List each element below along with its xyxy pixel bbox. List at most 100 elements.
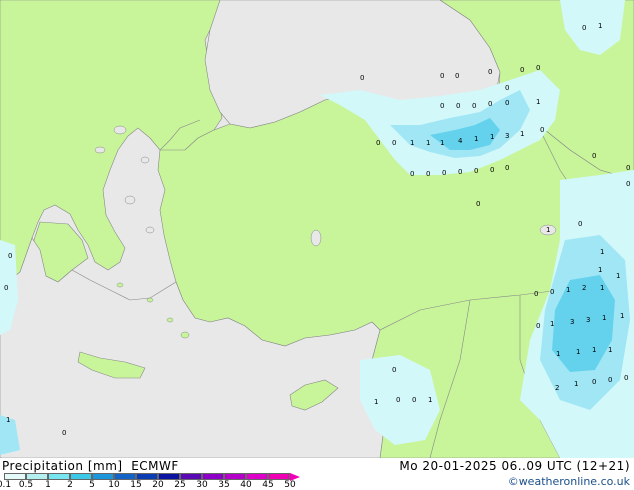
- scale-labels: 0.10.5125101520253035404550: [0, 480, 330, 490]
- station-value: 1: [592, 346, 596, 354]
- legend-footer: Precipitation [mm] ECMWF Mo 20-01-2025 0…: [0, 458, 634, 490]
- station-value: 0: [608, 376, 612, 384]
- station-value: 0: [476, 200, 480, 208]
- station-value: 0: [474, 167, 478, 175]
- station-value: 1: [410, 139, 414, 147]
- precipitation-map: 0 0 0 1 1 1 4 1 1 3 1 0 0 0 0 0 0 0 0 0 …: [0, 0, 634, 458]
- station-value: 1: [574, 380, 578, 388]
- station-value: 1: [550, 320, 554, 328]
- station-value: 1: [536, 98, 540, 106]
- scale-segment: [246, 473, 268, 480]
- scale-segment: [224, 473, 246, 480]
- station-value: 0: [626, 164, 630, 172]
- station-value: 1: [600, 248, 604, 256]
- scale-segment: [158, 473, 180, 480]
- station-value: 1: [6, 416, 10, 424]
- station-value: 0: [455, 72, 459, 80]
- station-value: 4: [458, 137, 463, 145]
- station-value: 0: [536, 322, 540, 330]
- station-value: 0: [592, 378, 596, 386]
- scale-label: 50: [284, 480, 296, 490]
- station-value: 0: [550, 288, 554, 296]
- station-value: 1: [608, 346, 612, 354]
- station-value: 0: [624, 374, 628, 382]
- scale-label: 0.5: [18, 480, 34, 490]
- station-value: 0: [488, 68, 492, 76]
- map-title: Precipitation [mm] ECMWF: [2, 459, 179, 473]
- station-value: 0: [426, 170, 430, 178]
- station-value: 0: [440, 102, 444, 110]
- station-value: 2: [555, 384, 559, 392]
- station-value: 0: [472, 102, 476, 110]
- station-value: 0: [412, 396, 416, 404]
- scale-label: 30: [196, 480, 208, 490]
- station-value: 0: [505, 99, 509, 107]
- scale-label: 15: [130, 480, 142, 490]
- lake-tuz: [310, 229, 322, 247]
- scale-label: 45: [262, 480, 274, 490]
- scale-label: 10: [108, 480, 120, 490]
- station-value: 1: [616, 272, 620, 280]
- scale-segment: [180, 473, 202, 480]
- station-value: 0: [62, 429, 66, 437]
- station-value: 0: [410, 170, 414, 178]
- station-value: 1: [600, 284, 604, 292]
- station-value: 0: [442, 169, 446, 177]
- station-value: 1: [566, 286, 570, 294]
- scale-segment: [26, 473, 48, 480]
- station-value: 1: [520, 130, 524, 138]
- credit-link[interactable]: ©weatheronline.co.uk: [508, 475, 630, 488]
- station-value: 0: [458, 168, 462, 176]
- station-value: 1: [598, 266, 602, 274]
- scale-segment: [4, 473, 26, 480]
- scale-label: 2: [67, 480, 73, 490]
- station-value: 2: [582, 284, 586, 292]
- scale-label: 1: [45, 480, 51, 490]
- valid-time: Mo 20-01-2025 06..09 UTC (12+21): [399, 459, 630, 473]
- station-value: 0: [360, 74, 364, 82]
- title-text: Precipitation [mm]: [2, 459, 123, 473]
- station-value: 0: [626, 180, 630, 188]
- station-value: 0: [582, 24, 586, 32]
- station-value: 0: [536, 64, 540, 72]
- station-value: 1: [428, 396, 432, 404]
- station-value: 3: [570, 318, 574, 326]
- station-value: 0: [534, 290, 538, 298]
- scale-segment: [70, 473, 92, 480]
- station-value: 1: [426, 139, 430, 147]
- station-value: 1: [556, 350, 560, 358]
- scale-label: 5: [89, 480, 95, 490]
- scale-label: 35: [218, 480, 230, 490]
- scale-segment: [136, 473, 158, 480]
- station-value: 1: [490, 133, 494, 141]
- scale-segment: [114, 473, 136, 480]
- station-value: 0: [490, 166, 494, 174]
- station-value: 1: [474, 135, 478, 143]
- station-value: 0: [505, 164, 509, 172]
- model-name: ECMWF: [131, 459, 179, 473]
- station-value: 0: [578, 220, 582, 228]
- station-value: 3: [586, 316, 590, 324]
- scale-label: 0.1: [0, 480, 12, 490]
- station-value: 0: [392, 366, 396, 374]
- scale-segment: [268, 473, 290, 480]
- station-value: 0: [392, 139, 396, 147]
- station-value: 0: [520, 66, 524, 74]
- scale-label: 25: [174, 480, 186, 490]
- scale-segment: [202, 473, 224, 480]
- station-value: 0: [396, 396, 400, 404]
- station-value: 0: [376, 139, 380, 147]
- scale-segment: [92, 473, 114, 480]
- station-value: 0: [8, 252, 12, 260]
- station-value: 0: [488, 100, 492, 108]
- station-value: 3: [505, 132, 509, 140]
- station-value: 0: [505, 84, 509, 92]
- scale-label: 20: [152, 480, 164, 490]
- station-value: 1: [602, 314, 606, 322]
- scale-segment: [48, 473, 70, 480]
- station-value: 1: [598, 22, 602, 30]
- station-value: 1: [576, 348, 580, 356]
- station-value: 0: [440, 72, 444, 80]
- station-value: 1: [546, 226, 550, 234]
- station-value: 0: [456, 102, 460, 110]
